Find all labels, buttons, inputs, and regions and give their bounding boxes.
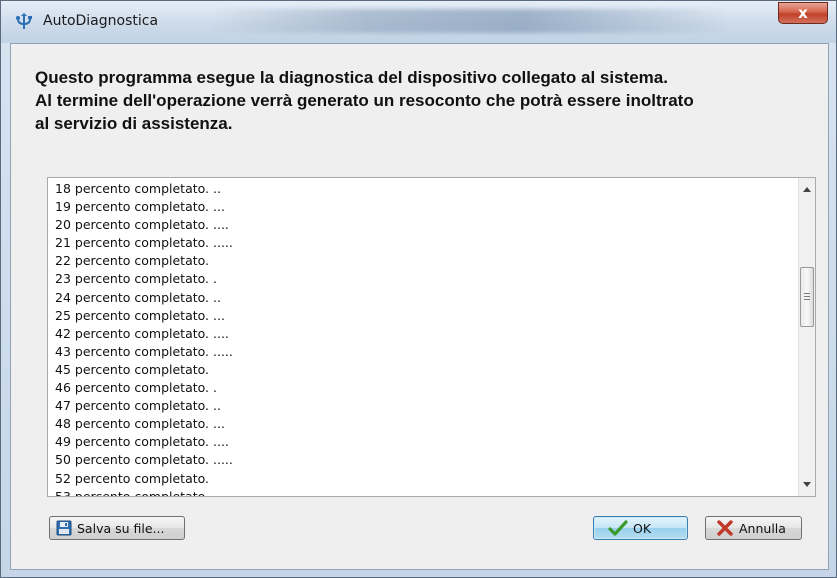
red-x-icon [717, 520, 733, 536]
dialog-client-area: Questo programma esegue la diagnostica d… [10, 43, 829, 570]
grip-line [804, 299, 810, 300]
cancel-button[interactable]: Annulla [705, 516, 802, 540]
log-line: 18 percento completato. .. [55, 181, 221, 196]
description-heading: Questo programma esegue la diagnostica d… [35, 66, 825, 135]
log-line: 25 percento completato. ... [55, 307, 225, 323]
close-button[interactable]: x [778, 2, 828, 24]
close-icon: x [798, 4, 808, 22]
cancel-button-label: Annulla [739, 520, 786, 536]
log-line: 19 percento completato. ... [55, 199, 225, 215]
scroll-thumb[interactable] [800, 267, 814, 327]
scroll-down-icon[interactable] [803, 482, 811, 487]
progress-log[interactable]: 18 percento completato. .. 19 percento co… [47, 177, 816, 497]
log-line: 48 percento completato. ... [55, 416, 225, 432]
heading-line: Al termine dell'operazione verrà generat… [35, 91, 694, 110]
log-line: 43 percento completato. ..... [55, 343, 233, 359]
vertical-scrollbar[interactable] [798, 178, 815, 496]
log-line: 24 percento completato. .. [55, 289, 221, 305]
autodiagnostica-window: AutoDiagnostica x Questo programma esegu… [0, 0, 837, 578]
title-bar-glass [211, 9, 731, 33]
checkmark-icon [608, 520, 628, 536]
log-line: 22 percento completato. [55, 253, 210, 269]
save-to-file-button[interactable]: Salva su file... [49, 516, 185, 540]
log-line: 53 percento completato. . [55, 488, 217, 497]
log-line: 42 percento completato. .... [55, 325, 229, 341]
grip-line [804, 293, 810, 294]
log-line: 52 percento completato. [55, 470, 210, 486]
scroll-up-icon[interactable] [803, 187, 811, 192]
floppy-disk-icon [56, 520, 72, 536]
title-bar[interactable]: AutoDiagnostica x [1, 1, 836, 43]
log-line: 20 percento completato. .... [55, 217, 229, 233]
log-lines: 18 percento completato. .. 19 percento co… [55, 180, 233, 497]
ok-button[interactable]: OK [593, 516, 688, 540]
log-line: 46 percento completato. . [55, 380, 217, 396]
grip-line [804, 296, 810, 297]
heading-line: Questo programma esegue la diagnostica d… [35, 68, 668, 87]
window-title: AutoDiagnostica [43, 13, 159, 29]
save-button-label: Salva su file... [77, 520, 165, 536]
log-line: 50 percento completato. ..... [55, 452, 233, 468]
ok-button-label: OK [633, 520, 652, 536]
usb-icon [16, 13, 32, 29]
log-line: 49 percento completato. .... [55, 434, 229, 450]
log-line: 47 percento completato. .. [55, 398, 221, 414]
heading-line: al servizio di assistenza. [35, 114, 233, 133]
log-line: 45 percento completato. [55, 361, 210, 377]
log-line: 21 percento completato. ..... [55, 235, 233, 251]
log-line: 23 percento completato. . [55, 271, 217, 287]
